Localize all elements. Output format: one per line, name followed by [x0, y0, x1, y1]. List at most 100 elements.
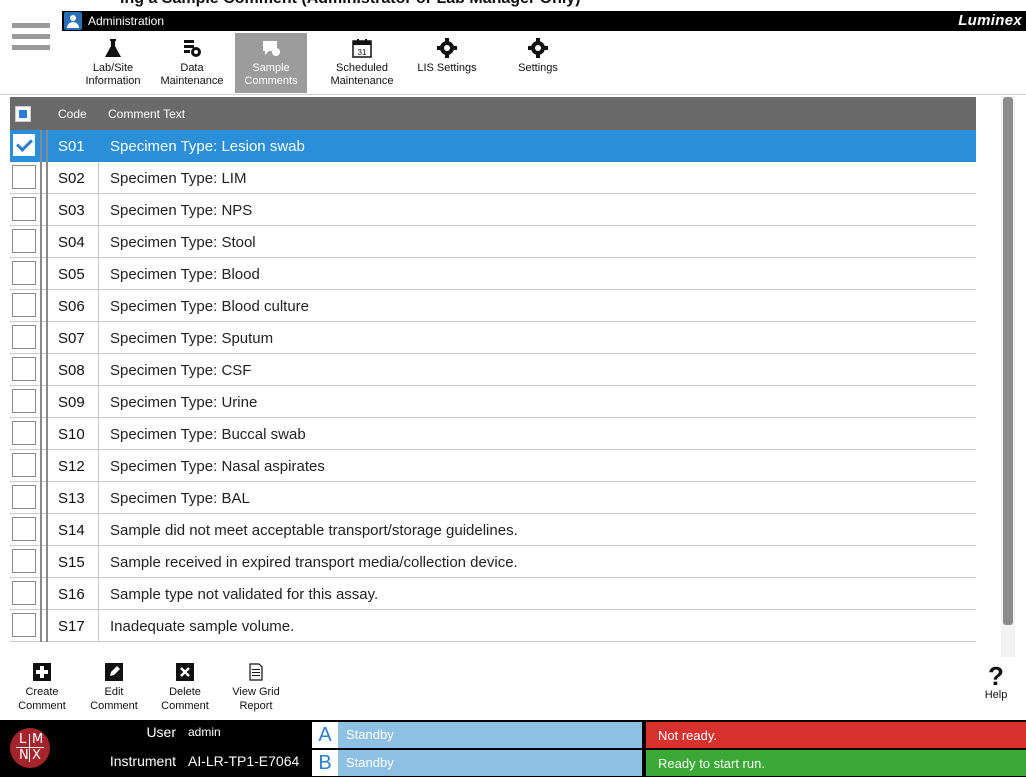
table-row[interactable]: S09 Specimen Type: Urine	[10, 386, 976, 418]
row-divider	[46, 226, 48, 258]
row-code: S13	[58, 490, 85, 507]
table-row[interactable]: S02 Specimen Type: LIM	[10, 162, 976, 194]
menu-hamburger-button[interactable]	[12, 23, 50, 53]
row-code: S01	[58, 138, 85, 155]
row-comment-text: Specimen Type: Buccal swab	[110, 426, 306, 443]
row-checkbox[interactable]	[12, 197, 36, 221]
column-header-code[interactable]: Code	[58, 107, 87, 121]
row-checkbox[interactable]	[12, 421, 36, 445]
table-row[interactable]: S06 Specimen Type: Blood culture	[10, 290, 976, 322]
logo-letter: X	[32, 748, 41, 763]
column-divider	[98, 610, 99, 642]
select-all-checkbox[interactable]	[15, 106, 31, 122]
row-comment-text: Sample received in expired transport med…	[110, 554, 518, 571]
table-row[interactable]: S17 Inadequate sample volume.	[10, 610, 976, 642]
table-row[interactable]: S10 Specimen Type: Buccal swab	[10, 418, 976, 450]
help-label: Help	[984, 689, 1008, 701]
tab-scheduled-maintenance[interactable]: 31 Scheduled Maintenance	[326, 33, 398, 93]
row-checkbox[interactable]	[12, 261, 36, 285]
row-checkbox[interactable]	[12, 485, 36, 509]
bay-a-status[interactable]: A Standby	[312, 722, 642, 748]
row-code: S03	[58, 202, 85, 219]
column-divider	[98, 450, 99, 482]
row-code: S17	[58, 618, 85, 635]
tab-sample-comments[interactable]: Sample Comments	[235, 33, 307, 93]
user-label: User	[146, 724, 176, 740]
bay-a-ready-status: Not ready.	[646, 722, 1026, 748]
admin-user-icon	[64, 12, 82, 30]
row-checkbox[interactable]	[12, 229, 36, 253]
edit-comment-label: Edit Comment	[90, 686, 138, 712]
row-code: S14	[58, 522, 85, 539]
edit-pencil-icon	[105, 663, 123, 681]
row-checkbox[interactable]	[12, 165, 36, 189]
column-divider	[98, 290, 99, 322]
row-divider	[46, 610, 48, 642]
row-code: S15	[58, 554, 85, 571]
column-divider	[98, 546, 99, 578]
tab-lab-site-information[interactable]: Lab/Site Information	[77, 33, 149, 93]
row-divider	[40, 546, 42, 578]
delete-comment-button[interactable]: Delete Comment	[157, 663, 213, 713]
table-scrollbar[interactable]	[1001, 97, 1015, 657]
row-checkbox[interactable]	[12, 549, 36, 573]
row-checkbox[interactable]	[12, 581, 36, 605]
row-comment-text: Sample did not meet acceptable transport…	[110, 522, 518, 539]
table-row[interactable]: S08 Specimen Type: CSF	[10, 354, 976, 386]
tab-label: Settings	[518, 62, 558, 74]
tab-lis-settings[interactable]: LIS Settings	[411, 33, 483, 93]
column-divider	[98, 130, 99, 162]
column-divider	[98, 386, 99, 418]
logo-letter: L	[19, 732, 27, 747]
help-button[interactable]: ? Help	[978, 663, 1014, 701]
row-checkbox[interactable]	[12, 325, 36, 349]
scrollbar-thumb[interactable]	[1003, 97, 1013, 625]
row-divider	[40, 290, 42, 322]
column-divider	[98, 354, 99, 386]
row-divider	[46, 322, 48, 354]
table-row[interactable]: S07 Specimen Type: Sputum	[10, 322, 976, 354]
create-comment-button[interactable]: Create Comment	[14, 663, 70, 713]
table-row[interactable]: S04 Specimen Type: Stool	[10, 226, 976, 258]
row-divider	[40, 514, 42, 546]
column-header-comment-text[interactable]: Comment Text	[108, 107, 185, 121]
table-row[interactable]: S01 Specimen Type: Lesion swab	[10, 130, 976, 162]
row-code: S12	[58, 458, 85, 475]
edit-comment-button[interactable]: Edit Comment	[86, 663, 142, 713]
bay-b-status[interactable]: B Standby	[312, 750, 642, 776]
table-row[interactable]: S15 Sample received in expired transport …	[10, 546, 976, 578]
row-checkbox[interactable]	[12, 613, 36, 637]
row-divider	[40, 258, 42, 290]
row-comment-text: Sample type not validated for this assay…	[110, 586, 379, 603]
row-divider	[46, 418, 48, 450]
row-checkbox[interactable]	[12, 357, 36, 381]
instrument-value: AI-LR-TP1-E7064	[188, 753, 300, 769]
row-comment-text: Specimen Type: CSF	[110, 362, 252, 379]
view-grid-report-button[interactable]: View Grid Report	[228, 663, 284, 713]
row-comment-text: Specimen Type: Blood	[110, 266, 260, 283]
table-row[interactable]: S05 Specimen Type: Blood	[10, 258, 976, 290]
table-row[interactable]: S12 Specimen Type: Nasal aspirates	[10, 450, 976, 482]
table-row[interactable]: S13 Specimen Type: BAL	[10, 482, 976, 514]
row-checkbox[interactable]	[12, 133, 36, 157]
row-comment-text: Specimen Type: LIM	[110, 170, 247, 187]
row-comment-text: Specimen Type: Sputum	[110, 330, 274, 347]
table-row[interactable]: S03 Specimen Type: NPS	[10, 194, 976, 226]
row-divider	[40, 226, 42, 258]
row-divider	[46, 290, 48, 322]
row-divider	[40, 450, 42, 482]
row-divider	[46, 386, 48, 418]
app-header: Administration Luminex Lab/Site Informat…	[0, 9, 1026, 95]
tab-data-maintenance[interactable]: Data Maintenance	[156, 33, 228, 93]
row-checkbox[interactable]	[12, 293, 36, 317]
instrument-label: Instrument	[109, 753, 176, 769]
table-row[interactable]: S16 Sample type not validated for this as…	[10, 578, 976, 610]
bay-b-text: Standby	[346, 755, 394, 770]
page-heading-text: ing a Sample Comment (Administrator or L…	[120, 0, 581, 8]
row-checkbox[interactable]	[12, 453, 36, 477]
row-code: S04	[58, 234, 85, 251]
row-checkbox[interactable]	[12, 389, 36, 413]
row-checkbox[interactable]	[12, 517, 36, 541]
table-row[interactable]: S14 Sample did not meet acceptable transp…	[10, 514, 976, 546]
tab-settings[interactable]: Settings	[502, 33, 574, 93]
